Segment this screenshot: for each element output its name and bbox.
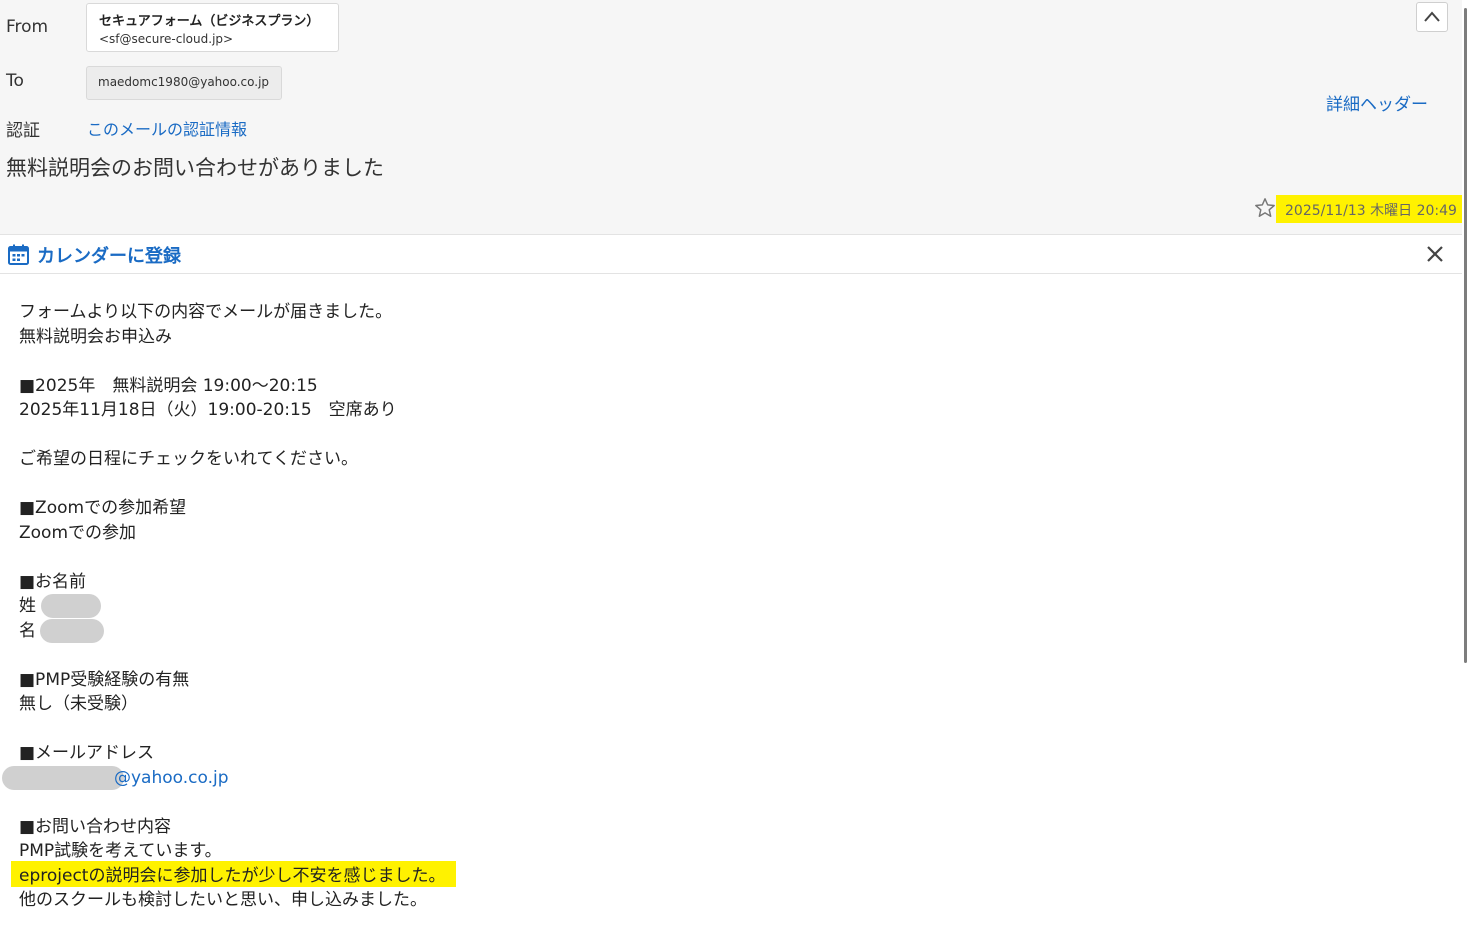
body-line	[19, 472, 445, 497]
body-line: PMP試験を考えています。	[19, 841, 222, 861]
sender-address: <sf@secure-cloud.jp>	[99, 32, 234, 46]
body-line: ■メールアドレス	[19, 743, 155, 763]
chevron-up-icon	[1424, 11, 1440, 22]
body-line	[19, 643, 445, 668]
email-link[interactable]: @yahoo.co.jp	[114, 768, 229, 788]
to-label: To	[6, 71, 24, 91]
calendar-icon[interactable]	[8, 244, 29, 265]
body-line	[19, 423, 445, 448]
message-header: From セキュアフォーム（ビジネスプラン） <sf@secure-cloud.…	[0, 0, 1481, 235]
sender-name: セキュアフォーム（ビジネスプラン）	[99, 14, 320, 29]
message-subject: 無料説明会のお問い合わせがありました	[6, 156, 384, 180]
recipient-chip[interactable]: maedomc1980@yahoo.co.jp	[86, 66, 282, 100]
add-to-calendar-bar: カレンダーに登録	[0, 235, 1462, 274]
message-date: 2025/11/13 木曜日 20:49	[1285, 203, 1457, 219]
first-name-label: 名	[19, 620, 36, 641]
body-line: 2025年11月18日（火）19:00-20:15 空席あり	[19, 400, 397, 420]
star-outline-icon[interactable]	[1254, 197, 1276, 219]
scrollbar-thumb[interactable]	[1464, 8, 1467, 663]
body-line	[19, 717, 445, 742]
email-line: @yahoo.co.jp	[2, 765, 445, 791]
body-line: フォームより以下の内容でメールが届きました。	[19, 302, 393, 322]
redacted-last-name	[41, 594, 102, 618]
body-line: ■Zoomでの参加希望	[19, 498, 187, 518]
close-icon[interactable]	[1426, 245, 1444, 263]
collapse-header-button[interactable]	[1416, 2, 1448, 32]
auth-label: 認証	[6, 121, 40, 141]
body-line: eprojectの説明会に参加したが少し不安を感じました。	[19, 865, 446, 886]
body-line	[19, 349, 445, 374]
body-line: ■PMP受験経験の有無	[19, 669, 190, 690]
redacted-first-name	[40, 618, 104, 643]
body-line: 無料説明会お申込み	[19, 326, 172, 347]
body-line: Zoomでの参加	[19, 522, 137, 543]
first-name-line: 名	[19, 618, 445, 644]
body-line: 他のスクールも検討したいと思い、申し込みました。	[19, 890, 427, 910]
body-line: ■お名前	[19, 571, 87, 592]
add-to-calendar-link[interactable]: カレンダーに登録	[37, 242, 181, 268]
body-line	[19, 545, 445, 570]
last-name-line: 姓 :	[19, 594, 445, 619]
detail-header-link[interactable]: 詳細ヘッダー	[1326, 90, 1428, 115]
sender-chip[interactable]: セキュアフォーム（ビジネスプラン） <sf@secure-cloud.jp>	[86, 3, 339, 52]
body-line: ■2025年 無料説明会 19:00～20:15	[19, 375, 318, 396]
body-line	[19, 790, 445, 815]
message-body: フォームより以下の内容でメールが届きました。 無料説明会お申込み ■2025年 …	[2, 300, 446, 913]
body-line: ■お問い合わせ内容	[19, 816, 172, 837]
from-label: From	[6, 17, 49, 37]
auth-info-link[interactable]: このメールの認証情報	[87, 116, 247, 140]
body-line: ご希望の日程にチェックをいれてください。	[19, 449, 358, 469]
redacted-email-user	[2, 765, 124, 790]
body-line: 無し（未受験）	[19, 694, 138, 714]
